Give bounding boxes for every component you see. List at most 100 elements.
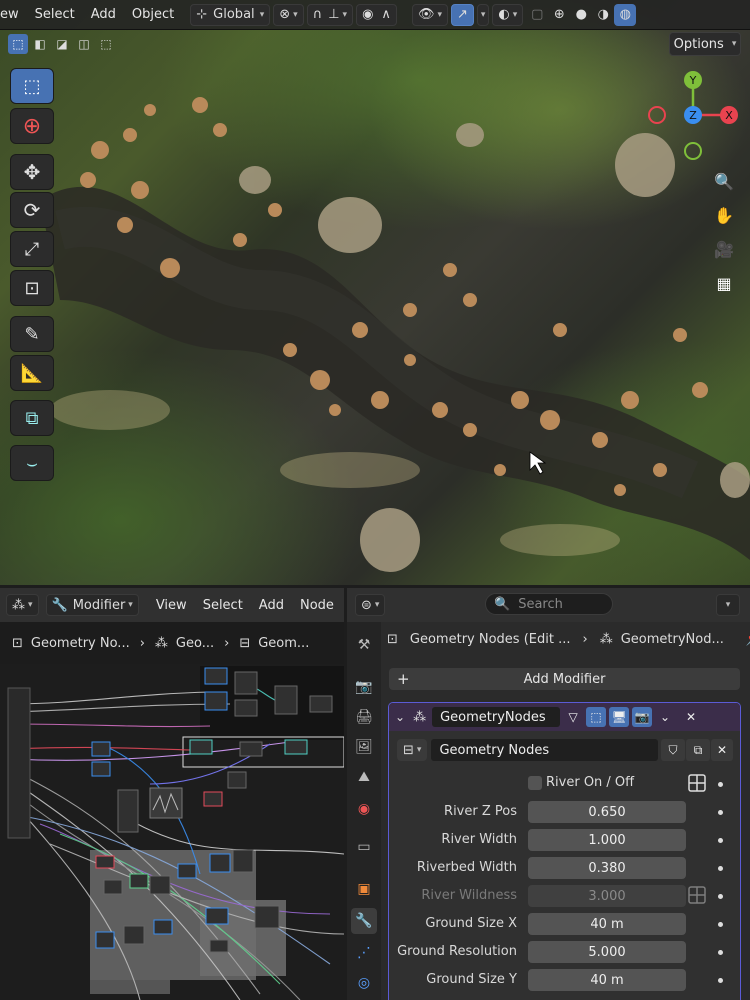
snap-dropdown[interactable]: ∩ ⊥ ▾ [306,3,354,26]
zoom-icon[interactable]: 🔍 [711,168,737,194]
tool-add-cube[interactable]: ⧉ [10,400,54,436]
keyframe-dot[interactable] [718,782,723,787]
node-editor-header: ⁂ ▾ 🔧 Modifier ▾ View Select Add Node [0,588,344,622]
node-group-field[interactable]: Geometry Nodes [431,739,658,761]
3d-viewport[interactable]: ew Select Add Object ⊹ Global ▾ ⊗ ▾ ∩ ⊥ ▾ ◉… [0,0,750,585]
attribute-toggle-icon[interactable] [688,774,706,792]
keyframe-dot[interactable] [718,894,723,899]
options-dropdown[interactable]: Options ▾ [669,32,741,56]
menu-add[interactable]: Add [83,7,124,22]
modifier-name-field[interactable]: GeometryNodes [432,707,561,727]
pencil-icon: ✎ [24,323,40,345]
object-tab-icon[interactable]: ▣ [351,876,377,902]
ground-size-x-field[interactable]: 40 m [528,913,686,935]
menu-object[interactable]: Object [124,7,182,22]
object-icon: ⊡ [387,631,398,647]
tool-select-box[interactable]: ⬚ [10,68,54,104]
add-modifier-button[interactable]: + Add Modifier [389,668,740,690]
keyframe-dot[interactable] [718,838,723,843]
hand-pan-icon[interactable]: ✋ [711,202,737,228]
tool-annotate[interactable]: ✎ [10,316,54,352]
river-width-field[interactable]: 1.000 [528,829,686,851]
render-tab-icon[interactable]: 📷 [351,674,377,700]
ground-resolution-field[interactable]: 5.000 [528,941,686,963]
pin-icon[interactable]: 📌 [746,632,750,647]
options-dropdown[interactable]: ▾ [716,594,740,616]
select-invert-icon[interactable]: ◫ [74,34,94,54]
keyframe-dot[interactable] [718,978,723,983]
select-intersect-icon[interactable]: ⬚ [96,34,116,54]
material-shading-icon[interactable]: ◑ [592,4,614,26]
search-input[interactable]: 🔍 Search [485,593,613,615]
output-tab-icon[interactable]: 🖨 [351,704,377,730]
chevron-down-icon[interactable]: ⌄ [655,707,675,727]
navigation-gizmo[interactable]: Y X Z [645,68,740,163]
tool-scale[interactable]: ⤢ [10,231,54,267]
collection-tab-icon[interactable]: ▭ [351,834,377,860]
transform-orientation-dropdown[interactable]: ⊹ Global ▾ [190,3,271,26]
gizmo-toggle[interactable]: ↗ [450,3,474,26]
edit-mode-toggle-icon[interactable]: ▽ [563,707,583,727]
select-extend-icon[interactable]: ◧ [30,34,50,54]
chevron-down-icon[interactable]: ⌄ [395,710,405,724]
solid-shading-icon[interactable]: ● [570,4,592,26]
on-cage-toggle-icon[interactable]: ⬚ [586,707,607,727]
select-subtract-icon[interactable]: ◪ [52,34,72,54]
rendered-shading-icon[interactable]: ◍ [614,3,637,26]
attribute-toggle-icon[interactable] [688,886,706,904]
keyframe-dot[interactable] [718,950,723,955]
tool-tab-icon[interactable]: ⚒ [351,632,377,658]
proportional-edit-button[interactable]: ◉ ∧ [356,3,397,26]
menu-view[interactable]: ew [0,7,27,22]
river-z-pos-field[interactable]: 0.650 [528,801,686,823]
menu-select[interactable]: Select [27,7,83,22]
menu-view[interactable]: View [148,598,195,613]
river-on-off-checkbox[interactable] [528,776,542,790]
modifier-tab-icon[interactable]: 🔧 [351,908,377,934]
grid-ortho-icon[interactable]: ▦ [711,270,737,296]
node-group-browse[interactable]: ⊟ ▾ [397,739,428,761]
gizmo-icon: ↗ [456,7,468,22]
wireframe-shading-icon[interactable]: ⊕ [548,4,570,26]
close-icon[interactable]: ✕ [681,707,701,727]
menu-node[interactable]: Node [292,598,342,613]
select-new-icon[interactable]: ⬚ [8,34,28,54]
world-tab-icon[interactable]: ◉ [351,796,377,822]
keyframe-dot[interactable] [718,810,723,815]
riverbed-width-field[interactable]: 0.380 [528,857,686,879]
visibility-dropdown[interactable]: 👁 ▾ [411,3,448,26]
modifier-context-dropdown[interactable]: 🔧 Modifier ▾ [45,594,139,616]
editor-type-dropdown[interactable]: ⁂ ▾ [6,594,39,616]
river-wildness-field[interactable]: 3.000 [528,885,686,907]
keyframe-dot[interactable] [718,866,723,871]
duplicate-icon[interactable]: ⧉ [686,739,710,761]
node-editor-area[interactable]: ⁂ ▾ 🔧 Modifier ▾ View Select Add Node ⊡ G… [0,588,344,1000]
pivot-point-dropdown[interactable]: ⊗ ▾ [273,3,304,26]
tool-move[interactable]: ✥ [10,154,54,190]
shield-icon[interactable]: ⛉ [661,739,685,761]
tool-measure[interactable]: 📐 [10,355,54,391]
physics-tab-icon[interactable]: ◎ [351,970,377,996]
tool-transform[interactable]: ⊡ [10,270,54,306]
tool-shear[interactable]: ⌣ [10,445,54,481]
properties-editor[interactable]: ⊜ ▾ ▾ 🔍 Search ⚒ 📷 🖨 🖼 ⛰ ◉ ▭ ▣ 🔧 ⋰ ◎ ⊡ Ge… [347,588,750,1000]
menu-add[interactable]: Add [251,598,292,613]
gizmo-neg-y [684,142,702,160]
close-icon[interactable]: ✕ [711,739,733,761]
gizmo-dropdown[interactable]: ▾ [476,3,490,26]
camera-view-icon[interactable]: 🎥 [711,236,737,262]
scene-tab-icon[interactable]: ⛰ [351,764,377,790]
node-graph-canvas[interactable] [0,664,344,1000]
view-layer-tab-icon[interactable]: 🖼 [351,734,377,760]
tool-rotate[interactable]: ⟳ [10,192,54,228]
menu-select[interactable]: Select [195,598,251,613]
editor-type-dropdown[interactable]: ⊜ ▾ [355,594,386,616]
tool-cursor[interactable]: ⊕ [10,108,54,144]
viewport-toggle-icon[interactable]: 🖥 [609,707,630,727]
keyframe-dot[interactable] [718,922,723,927]
render-toggle-icon[interactable]: 📷 [632,707,653,727]
xray-icon[interactable]: ▢ [526,4,548,26]
ground-size-y-field[interactable]: 40 m [528,969,686,991]
particles-tab-icon[interactable]: ⋰ [351,940,377,966]
overlays-dropdown[interactable]: ◐ ▾ [492,3,524,26]
